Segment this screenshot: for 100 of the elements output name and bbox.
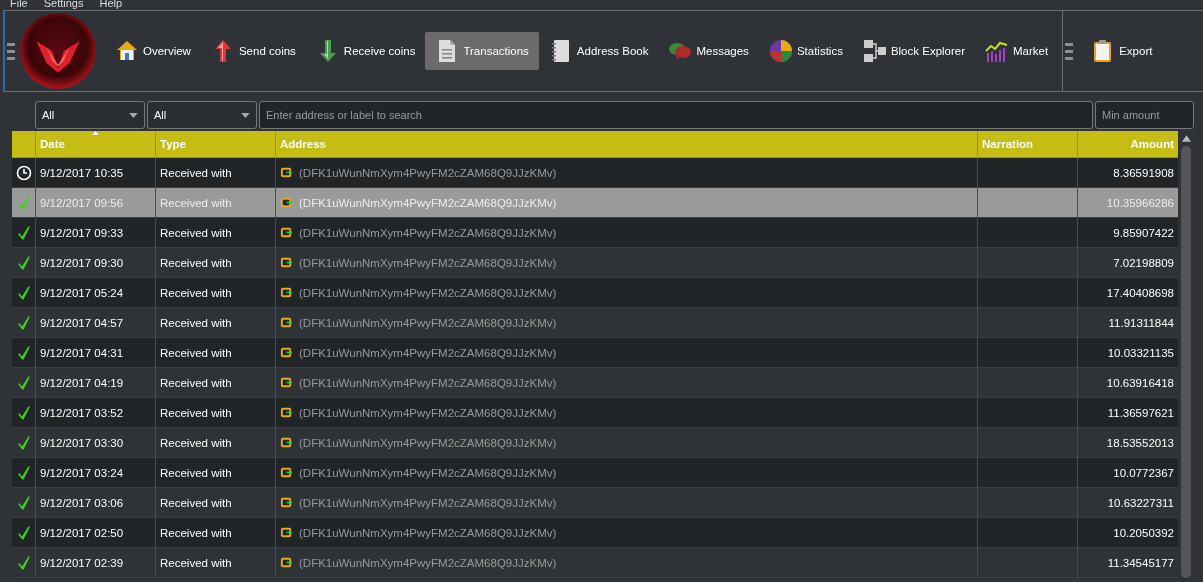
wallet-icon xyxy=(280,526,293,539)
table-row[interactable]: 9/12/2017 09:30 Received with (DFK1uWunNmXym4PwyFM2cZAM68Q9JJzKMv) 7.02198809 xyxy=(12,248,1178,278)
menu-item[interactable]: Settings xyxy=(43,0,84,9)
table-cell: 9/12/2017 04:19 xyxy=(40,376,124,389)
table-cell: 9/12/2017 05:24 xyxy=(40,286,124,299)
wallet-icon xyxy=(280,406,293,419)
table-cell: (DFK1uWunNmXym4PwyFM2cZAM68Q9JJzKMv) xyxy=(299,406,557,419)
table-cell: Received with xyxy=(160,286,232,299)
table-cell: Received with xyxy=(160,316,232,329)
table-cell: 10.2050392 xyxy=(1113,526,1174,539)
table-cell: 9/12/2017 09:30 xyxy=(40,256,124,269)
scroll-up-icon[interactable] xyxy=(1181,135,1191,142)
table-cell: (DFK1uWunNmXym4PwyFM2cZAM68Q9JJzKMv) xyxy=(299,556,557,569)
table-cell: 8.36591908 xyxy=(1113,166,1174,179)
table-cell: (DFK1uWunNmXym4PwyFM2cZAM68Q9JJzKMv) xyxy=(299,436,557,449)
table-row[interactable]: 9/12/2017 04:19 Received with (DFK1uWunNmXym4PwyFM2cZAM68Q9JJzKMv) 10.63916418 xyxy=(12,368,1178,398)
table-row[interactable]: 9/12/2017 03:52 Received with (DFK1uWunNmXym4PwyFM2cZAM68Q9JJzKMv) 11.36597621 xyxy=(12,398,1178,428)
table-cell: 9/12/2017 03:52 xyxy=(40,406,124,419)
type-filter-dropdown[interactable]: All xyxy=(147,101,257,129)
table-cell: 9/12/2017 03:06 xyxy=(40,496,124,509)
wallet-icon xyxy=(280,226,293,239)
table-row[interactable]: 9/12/2017 05:24 Received with (DFK1uWunNmXym4PwyFM2cZAM68Q9JJzKMv) 17.40408698 xyxy=(12,278,1178,308)
table-cell: (DFK1uWunNmXym4PwyFM2cZAM68Q9JJzKMv) xyxy=(299,226,557,239)
table-cell: 9/12/2017 09:56 xyxy=(40,196,124,209)
toolbar-button[interactable]: Messages xyxy=(658,32,759,70)
table-cell: (DFK1uWunNmXym4PwyFM2cZAM68Q9JJzKMv) xyxy=(299,496,557,509)
table-cell: 10.63227311 xyxy=(1107,496,1174,509)
table-cell: Received with xyxy=(160,496,232,509)
toolbar-button[interactable]: Transactions xyxy=(425,32,539,70)
table-cell: (DFK1uWunNmXym4PwyFM2cZAM68Q9JJzKMv) xyxy=(299,466,557,479)
table-cell: Received with xyxy=(160,466,232,479)
table-cell: 9/12/2017 03:24 xyxy=(40,466,124,479)
table-row[interactable]: 9/12/2017 03:30 Received with (DFK1uWunNmXym4PwyFM2cZAM68Q9JJzKMv) 18.53552013 xyxy=(12,428,1178,458)
table-row[interactable]: 9/12/2017 03:24 Received with (DFK1uWunNmXym4PwyFM2cZAM68Q9JJzKMv) 10.0772367 xyxy=(12,458,1178,488)
table-row[interactable]: 9/12/2017 04:31 Received with (DFK1uWunNmXym4PwyFM2cZAM68Q9JJzKMv) 10.03321135 xyxy=(12,338,1178,368)
wallet-icon xyxy=(280,376,293,389)
table-cell: 11.36597621 xyxy=(1107,406,1174,419)
table-row[interactable]: 9/12/2017 10:35 Received with (DFK1uWunNmXym4PwyFM2cZAM68Q9JJzKMv) 8.36591908 xyxy=(12,158,1178,188)
caret-icon xyxy=(241,112,250,118)
table-cell: (DFK1uWunNmXym4PwyFM2cZAM68Q9JJzKMv) xyxy=(299,166,557,179)
wallet-icon xyxy=(280,496,293,509)
toolbar-button[interactable]: Overview xyxy=(105,32,201,70)
toolbar-button[interactable]: Market xyxy=(975,32,1059,70)
toolbar-button[interactable]: Statistics xyxy=(758,32,853,70)
block-diagram-icon xyxy=(862,39,887,63)
table-cell: Received with xyxy=(160,166,232,179)
search-field[interactable]: Enter address or label to search xyxy=(259,101,1093,129)
toolbar-button[interactable]: Block Explorer xyxy=(852,32,976,70)
toolbar-button[interactable]: Receive coins xyxy=(305,32,426,70)
wallet-icon xyxy=(280,316,293,329)
table-cell: (DFK1uWunNmXym4PwyFM2cZAM68Q9JJzKMv) xyxy=(299,376,557,389)
table-cell: 9/12/2017 02:39 xyxy=(40,556,124,569)
house-icon xyxy=(115,39,139,63)
table-cell: 9/12/2017 02:50 xyxy=(40,526,124,539)
table-cell: (DFK1uWunNmXym4PwyFM2cZAM68Q9JJzKMv) xyxy=(299,346,557,359)
table-cell: 9/12/2017 04:31 xyxy=(40,346,124,359)
table-cell: Received with xyxy=(160,556,232,569)
min-amount-field[interactable]: Min amount xyxy=(1095,101,1194,129)
table-cell: 9.85907422 xyxy=(1113,226,1174,239)
table-cell: 18.53552013 xyxy=(1106,436,1174,449)
toolbar-button[interactable]: Send coins xyxy=(200,32,306,70)
table-cell: Received with xyxy=(160,196,232,209)
table-row[interactable]: 9/12/2017 02:39 Received with (DFK1uWunNmXym4PwyFM2cZAM68Q9JJzKMv) 11.34545177 xyxy=(12,548,1178,578)
wallet-icon xyxy=(280,466,293,479)
table-cell: Received with xyxy=(160,436,232,449)
pie-chart-icon xyxy=(768,39,793,63)
wallet-icon xyxy=(280,196,293,209)
toolbar-button[interactable]: Address Book xyxy=(538,32,659,70)
menu-item[interactable]: File xyxy=(10,0,28,9)
table-cell: 11.34545177 xyxy=(1107,556,1174,569)
menu-item[interactable]: Help xyxy=(99,0,123,9)
table-cell: Received with xyxy=(160,226,232,239)
table-cell: 7.02198809 xyxy=(1113,256,1174,269)
table-cell: (DFK1uWunNmXym4PwyFM2cZAM68Q9JJzKMv) xyxy=(299,256,557,269)
table-cell: 10.03321135 xyxy=(1107,346,1174,359)
toolbar-grip[interactable] xyxy=(5,42,17,60)
table-cell: Received with xyxy=(160,346,232,359)
table-cell: 9/12/2017 03:30 xyxy=(40,436,124,449)
table-cell: (DFK1uWunNmXym4PwyFM2cZAM68Q9JJzKMv) xyxy=(299,316,557,329)
table-cell: 9/12/2017 10:35 xyxy=(40,166,124,179)
table-cell: 9/12/2017 04:57 xyxy=(40,316,124,329)
toolbar-grip[interactable] xyxy=(1063,42,1076,60)
table-cell: Received with xyxy=(160,376,232,389)
table-cell: (DFK1uWunNmXym4PwyFM2cZAM68Q9JJzKMv) xyxy=(299,526,557,539)
table-row[interactable]: 9/12/2017 04:57 Received with (DFK1uWunNmXym4PwyFM2cZAM68Q9JJzKMv) 11.91311844 xyxy=(12,308,1178,338)
table-row[interactable]: 9/12/2017 03:06 Received with (DFK1uWunNmXym4PwyFM2cZAM68Q9JJzKMv) 10.63227311 xyxy=(12,488,1178,518)
table-cell: 10.63916418 xyxy=(1106,376,1174,389)
wallet-icon xyxy=(280,256,293,269)
toolbar-button[interactable]: Export xyxy=(1081,32,1163,70)
wallet-icon xyxy=(280,556,293,569)
date-filter-dropdown[interactable]: All xyxy=(35,101,145,129)
table-row[interactable]: 9/12/2017 09:33 Received with (DFK1uWunNmXym4PwyFM2cZAM68Q9JJzKMv) 9.85907422 xyxy=(12,218,1178,248)
wallet-icon xyxy=(280,166,293,179)
table-cell: (DFK1uWunNmXym4PwyFM2cZAM68Q9JJzKMv) xyxy=(299,196,557,209)
table-row[interactable]: 9/12/2017 02:50 Received with (DFK1uWunNmXym4PwyFM2cZAM68Q9JJzKMv) 10.2050392 xyxy=(12,518,1178,548)
table-cell: 17.40408698 xyxy=(1106,286,1174,299)
table-cell: Received with xyxy=(160,256,232,269)
table-cell: Received with xyxy=(160,406,232,419)
table-cell: Received with xyxy=(160,526,232,539)
table-cell: (DFK1uWunNmXym4PwyFM2cZAM68Q9JJzKMv) xyxy=(299,286,557,299)
